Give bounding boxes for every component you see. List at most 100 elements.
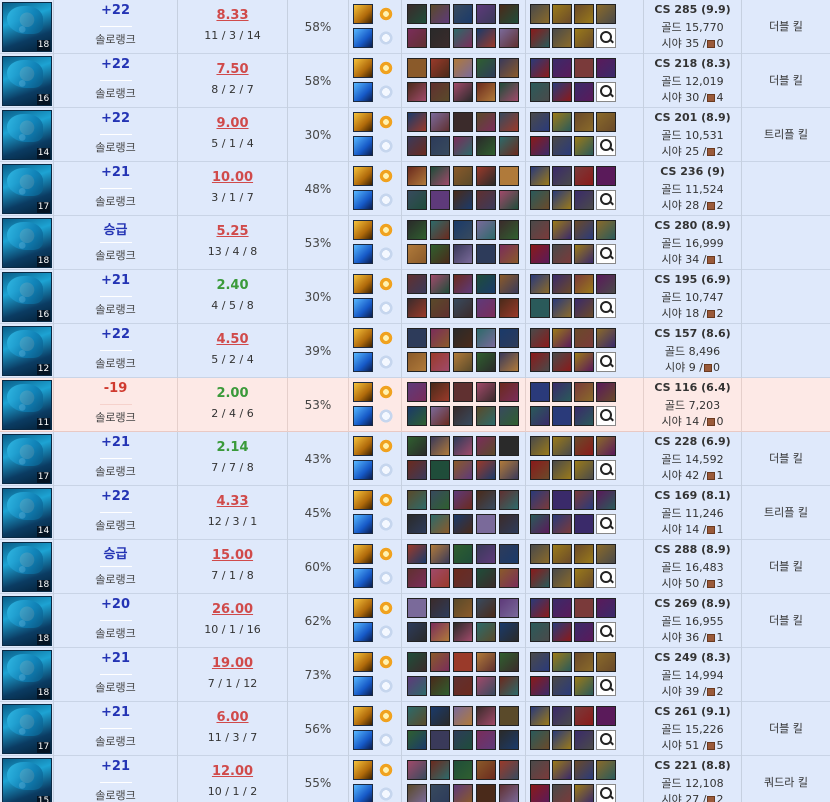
item-icon[interactable]	[530, 622, 550, 642]
primary-rune-icon[interactable]	[376, 544, 396, 564]
enemy-champion-icon[interactable]	[453, 784, 473, 802]
magnifier-icon[interactable]	[596, 622, 616, 642]
item-icon[interactable]	[574, 298, 594, 318]
secondary-rune-icon[interactable]	[376, 190, 396, 210]
magnifier-icon[interactable]	[596, 676, 616, 696]
item-icon[interactable]	[530, 136, 550, 156]
secondary-rune-icon[interactable]	[376, 460, 396, 480]
ally-champion-icon[interactable]	[476, 490, 496, 510]
item-icon[interactable]	[530, 514, 550, 534]
secondary-rune-icon[interactable]	[376, 244, 396, 264]
match-row[interactable]: 18 승급 솔로랭크 15.00 7 / 1 / 8 60% CS 288 (8.9) 골드 …	[0, 540, 830, 594]
secondary-rune-icon[interactable]	[376, 298, 396, 318]
item-icon[interactable]	[552, 676, 572, 696]
magnifier-icon[interactable]	[596, 406, 616, 426]
teleport-spell-icon[interactable]	[353, 406, 373, 426]
enemy-champion-icon[interactable]	[499, 352, 519, 372]
enemy-champion-icon[interactable]	[430, 460, 450, 480]
ally-champion-icon[interactable]	[453, 382, 473, 402]
champion-portrait-icon[interactable]: 16	[2, 272, 52, 322]
item-icon[interactable]	[530, 436, 550, 456]
item-icon[interactable]	[596, 112, 616, 132]
ally-champion-icon[interactable]	[430, 598, 450, 618]
ally-champion-icon[interactable]	[476, 112, 496, 132]
enemy-champion-icon[interactable]	[407, 676, 427, 696]
item-icon[interactable]	[552, 190, 572, 210]
primary-rune-icon[interactable]	[376, 382, 396, 402]
item-icon[interactable]	[574, 460, 594, 480]
kda-ratio[interactable]: 2.14	[178, 440, 287, 455]
item-icon[interactable]	[574, 244, 594, 264]
champion-portrait-icon[interactable]: 17	[2, 164, 52, 214]
item-icon[interactable]	[552, 514, 572, 534]
enemy-champion-icon[interactable]	[453, 730, 473, 750]
enemy-champion-icon[interactable]	[407, 622, 427, 642]
secondary-rune-icon[interactable]	[376, 730, 396, 750]
ally-champion-icon[interactable]	[499, 544, 519, 564]
ally-champion-icon[interactable]	[430, 112, 450, 132]
ally-champion-icon[interactable]	[499, 436, 519, 456]
item-icon[interactable]	[552, 406, 572, 426]
item-icon[interactable]	[552, 544, 572, 564]
enemy-champion-icon[interactable]	[430, 244, 450, 264]
ally-champion-icon[interactable]	[407, 274, 427, 294]
item-icon[interactable]	[552, 784, 572, 802]
magnifier-icon[interactable]	[596, 190, 616, 210]
enemy-champion-icon[interactable]	[499, 406, 519, 426]
magnifier-icon[interactable]	[596, 298, 616, 318]
ally-champion-icon[interactable]	[430, 436, 450, 456]
flash-spell-icon[interactable]	[353, 382, 373, 402]
ally-champion-icon[interactable]	[407, 490, 427, 510]
flash-spell-icon[interactable]	[353, 274, 373, 294]
enemy-champion-icon[interactable]	[407, 514, 427, 534]
ally-champion-icon[interactable]	[499, 112, 519, 132]
enemy-champion-icon[interactable]	[476, 136, 496, 156]
item-icon[interactable]	[574, 274, 594, 294]
match-row[interactable]: 16 +21 솔로랭크 2.40 4 / 5 / 8 30% CS 195 (6.9) 골드 …	[0, 270, 830, 324]
match-row[interactable]: 16 +22 솔로랭크 7.50 8 / 2 / 7 58% CS 218 (8.3) 골드 …	[0, 54, 830, 108]
secondary-rune-icon[interactable]	[376, 514, 396, 534]
match-row[interactable]: 17 +21 솔로랭크 10.00 3 / 1 / 7 48% CS 236 (9) 골드 1…	[0, 162, 830, 216]
ally-champion-icon[interactable]	[453, 112, 473, 132]
primary-rune-icon[interactable]	[376, 58, 396, 78]
item-icon[interactable]	[530, 460, 550, 480]
enemy-champion-icon[interactable]	[430, 676, 450, 696]
kda-ratio[interactable]: 5.25	[178, 224, 287, 239]
ally-champion-icon[interactable]	[453, 328, 473, 348]
match-row[interactable]: 18 +22 솔로랭크 8.33 11 / 3 / 14 58% CS 285 (9.9) 골…	[0, 0, 830, 54]
teleport-spell-icon[interactable]	[353, 514, 373, 534]
secondary-rune-icon[interactable]	[376, 136, 396, 156]
item-icon[interactable]	[574, 730, 594, 750]
item-icon[interactable]	[552, 382, 572, 402]
magnifier-icon[interactable]	[596, 352, 616, 372]
enemy-champion-icon[interactable]	[476, 514, 496, 534]
match-row[interactable]: 11 -19 솔로랭크 2.00 2 / 4 / 6 53% CS 116 (6.4) 골드 …	[0, 378, 830, 432]
item-icon[interactable]	[530, 328, 550, 348]
ally-champion-icon[interactable]	[453, 4, 473, 24]
item-icon[interactable]	[530, 760, 550, 780]
enemy-champion-icon[interactable]	[407, 406, 427, 426]
match-row[interactable]: 15 +21 솔로랭크 12.00 10 / 1 / 2 55% CS 221 (8.8) 골…	[0, 756, 830, 802]
ally-champion-icon[interactable]	[430, 760, 450, 780]
ally-champion-icon[interactable]	[407, 436, 427, 456]
ally-champion-icon[interactable]	[407, 544, 427, 564]
enemy-champion-icon[interactable]	[407, 568, 427, 588]
enemy-champion-icon[interactable]	[430, 136, 450, 156]
item-icon[interactable]	[596, 220, 616, 240]
champion-portrait-icon[interactable]: 18	[2, 542, 52, 592]
item-icon[interactable]	[552, 568, 572, 588]
item-icon[interactable]	[574, 28, 594, 48]
enemy-champion-icon[interactable]	[453, 514, 473, 534]
item-icon[interactable]	[552, 220, 572, 240]
item-icon[interactable]	[530, 382, 550, 402]
ally-champion-icon[interactable]	[407, 760, 427, 780]
item-icon[interactable]	[574, 328, 594, 348]
item-icon[interactable]	[530, 784, 550, 802]
enemy-champion-icon[interactable]	[476, 190, 496, 210]
ally-champion-icon[interactable]	[476, 760, 496, 780]
ally-champion-icon[interactable]	[407, 166, 427, 186]
primary-rune-icon[interactable]	[376, 112, 396, 132]
enemy-champion-icon[interactable]	[407, 784, 427, 802]
item-icon[interactable]	[552, 460, 572, 480]
kda-ratio[interactable]: 4.50	[178, 332, 287, 347]
